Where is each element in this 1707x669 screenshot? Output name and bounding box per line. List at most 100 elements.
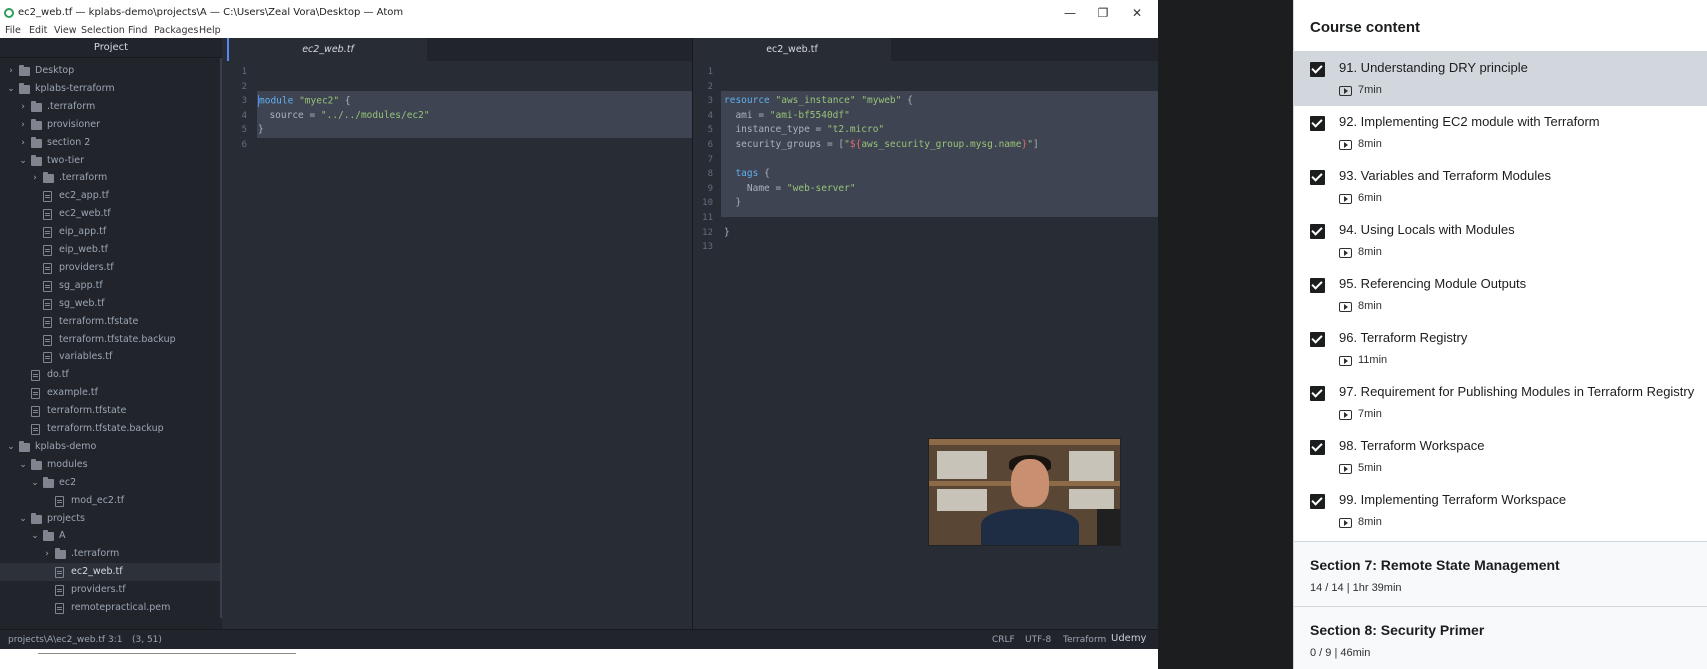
tree-item[interactable]: do.tf [0,366,220,384]
tree-item[interactable]: › section 2 [0,134,220,152]
status-cursor-position[interactable]: 3:1 [108,635,122,645]
code-line[interactable]: tags { [724,168,769,179]
tree-item[interactable]: terraform.tfstate [0,402,220,420]
section-header[interactable]: Section 7: Remote State Management 14 / 1… [1294,541,1707,606]
tree-item[interactable]: › provisioner [0,116,220,134]
minimize-button[interactable]: — [1055,4,1085,22]
tree-item[interactable]: eip_app.tf [0,223,220,241]
chevron-right-icon[interactable]: › [18,134,28,152]
chevron-right-icon[interactable]: › [30,169,40,187]
code-line[interactable]: } [724,197,741,208]
menu-packages[interactable]: Packages [154,25,198,36]
completed-checkbox[interactable] [1310,332,1325,347]
close-button[interactable]: ✕ [1122,4,1152,22]
completed-checkbox[interactable] [1310,494,1325,509]
video-icon [1339,248,1352,258]
code-line[interactable]: source = "../../modules/ec2" [258,110,429,121]
code-line[interactable]: } [724,227,730,238]
lecture-item[interactable]: 92. Implementing EC2 module with Terrafo… [1294,106,1707,160]
chevron-down-icon[interactable]: ⌄ [6,80,16,98]
tree-item[interactable]: ec2_web.tf [0,205,220,223]
tree-item[interactable]: terraform.tfstate.backup [0,420,220,438]
tree-item[interactable]: providers.tf [0,581,220,599]
lecture-item[interactable]: 97. Requirement for Publishing Modules i… [1294,376,1707,430]
code-line[interactable]: instance_type = "t2.micro" [724,124,884,135]
chevron-down-icon[interactable]: ⌄ [18,152,28,170]
tree-item[interactable]: ec2_app.tf [0,187,220,205]
tree-item[interactable]: remotepractical.pem [0,599,220,617]
tree-item[interactable]: › .terraform [0,169,220,187]
lecture-item[interactable]: 93. Variables and Terraform Modules 6min [1294,160,1707,214]
chevron-down-icon[interactable]: ⌄ [6,438,16,456]
code-line[interactable]: resource "aws_instance" "myweb" { [724,95,913,106]
status-encoding[interactable]: UTF-8 [1025,635,1051,645]
tree-item[interactable]: sg_web.tf [0,295,220,313]
tree-item[interactable]: ⌄ A [0,527,220,545]
tree-item[interactable]: variables.tf [0,348,220,366]
completed-checkbox[interactable] [1310,278,1325,293]
tree-item[interactable]: ⌄ kplabs-demo [0,438,220,456]
completed-checkbox[interactable] [1310,224,1325,239]
lecture-item[interactable]: 98. Terraform Workspace 5min [1294,430,1707,484]
tree-header[interactable]: Project [0,38,222,58]
menu-help[interactable]: Help [199,25,221,36]
code-line[interactable]: security_groups = ["${aws_security_group… [724,139,1038,150]
maximize-button[interactable]: ❐ [1088,4,1118,22]
tree-item[interactable]: ⌄ projects [0,510,220,528]
tree-item[interactable]: ⌄ kplabs-terraform [0,80,220,98]
tree-item[interactable]: ⌄ two-tier [0,152,220,170]
chevron-down-icon[interactable]: ⌄ [30,527,40,545]
menu-find[interactable]: Find [128,25,147,36]
tree-item[interactable]: eip_web.tf [0,241,220,259]
tree-item[interactable]: terraform.tfstate [0,313,220,331]
completed-checkbox[interactable] [1310,116,1325,131]
tree-item[interactable]: providers.tf [0,259,220,277]
status-line-ending[interactable]: CRLF [992,635,1015,645]
lecture-duration: 7min [1358,84,1382,96]
status-grammar[interactable]: Terraform [1063,635,1106,645]
completed-checkbox[interactable] [1310,386,1325,401]
file-icon [43,245,52,256]
lecture-item[interactable]: 96. Terraform Registry 11min [1294,322,1707,376]
tree-item[interactable]: sg_app.tf [0,277,220,295]
tree-item[interactable]: ⌄ ec2 [0,474,220,492]
completed-checkbox[interactable] [1310,62,1325,77]
tree-item[interactable]: terraform.tfstate.backup [0,331,220,349]
completed-checkbox[interactable] [1310,170,1325,185]
editor-pane-left[interactable]: ec2_web.tf 1 2 3 4 5 6 module "myec2" { sourc… [227,38,692,629]
tab-ec2-web-left[interactable]: ec2_web.tf [227,38,427,61]
chevron-right-icon[interactable]: › [18,116,28,134]
chevron-down-icon[interactable]: ⌄ [18,456,28,474]
chevron-right-icon[interactable]: › [42,545,52,563]
chevron-down-icon[interactable]: ⌄ [18,510,28,528]
status-file-path[interactable]: projects\A\ec2_web.tf [8,635,105,645]
code-line[interactable]: } [258,124,264,135]
tree-scrollbar[interactable] [220,58,222,618]
tab-ec2-web-right[interactable]: ec2_web.tf [693,38,891,61]
completed-checkbox[interactable] [1310,440,1325,455]
tree-item[interactable]: ec2_web.tf [0,563,220,582]
menu-file[interactable]: File [5,25,21,36]
section-header[interactable]: Section 8: Security Primer 0 / 9 | 46min [1294,606,1707,669]
chevron-right-icon[interactable]: › [18,98,28,116]
chevron-down-icon[interactable]: ⌄ [30,474,40,492]
tree-item[interactable]: ⌄ modules [0,456,220,474]
code-line[interactable]: Name = "web-server" [724,183,856,194]
tree-item[interactable]: › .terraform [0,545,220,563]
menu-edit[interactable]: Edit [29,25,47,36]
lecture-item[interactable]: 91. Understanding DRY principle 7min [1294,52,1707,106]
code-line[interactable]: ami = "ami-bf5540df" [724,110,849,121]
tree-item-label: terraform.tfstate [47,405,127,417]
menu-view[interactable]: View [54,25,77,36]
lecture-item[interactable]: 95. Referencing Module Outputs 8min [1294,268,1707,322]
file-icon [43,352,52,364]
menu-selection[interactable]: Selection [81,25,125,36]
tree-item[interactable]: mod_ec2.tf [0,492,220,510]
chevron-right-icon[interactable]: › [6,62,16,80]
tree-item[interactable]: example.tf [0,384,220,402]
code-line[interactable]: module "myec2" { [258,95,351,108]
tree-item[interactable]: › .terraform [0,98,220,116]
lecture-item[interactable]: 94. Using Locals with Modules 8min [1294,214,1707,268]
tree-item[interactable]: › Desktop [0,62,220,80]
lecture-item[interactable]: 99. Implementing Terraform Workspace 8min [1294,484,1707,538]
